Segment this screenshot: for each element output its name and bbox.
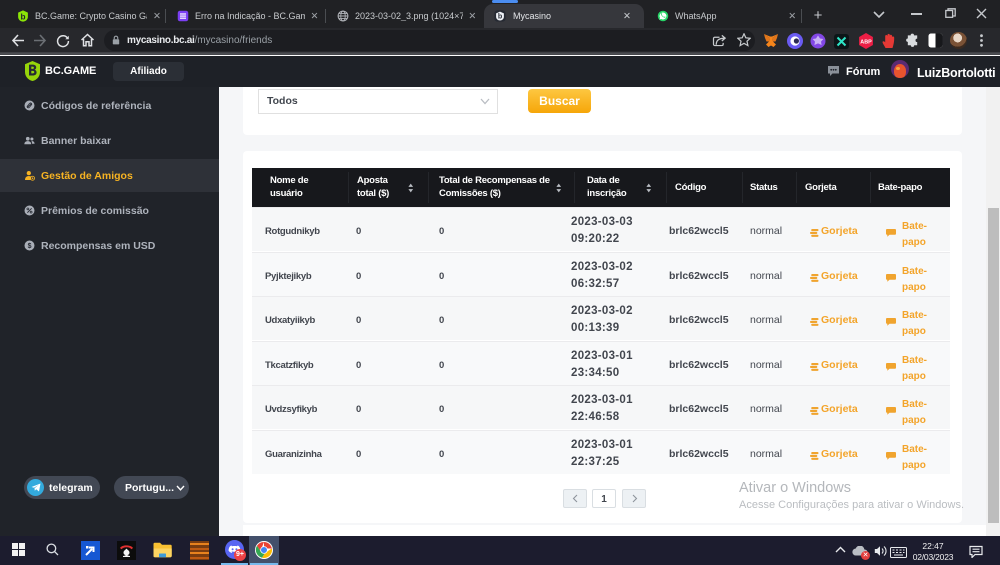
svg-text:b: b [20,12,25,21]
svg-text:ABP: ABP [860,40,872,46]
svg-text:$: $ [28,243,32,250]
svg-text:b: b [498,13,503,21]
